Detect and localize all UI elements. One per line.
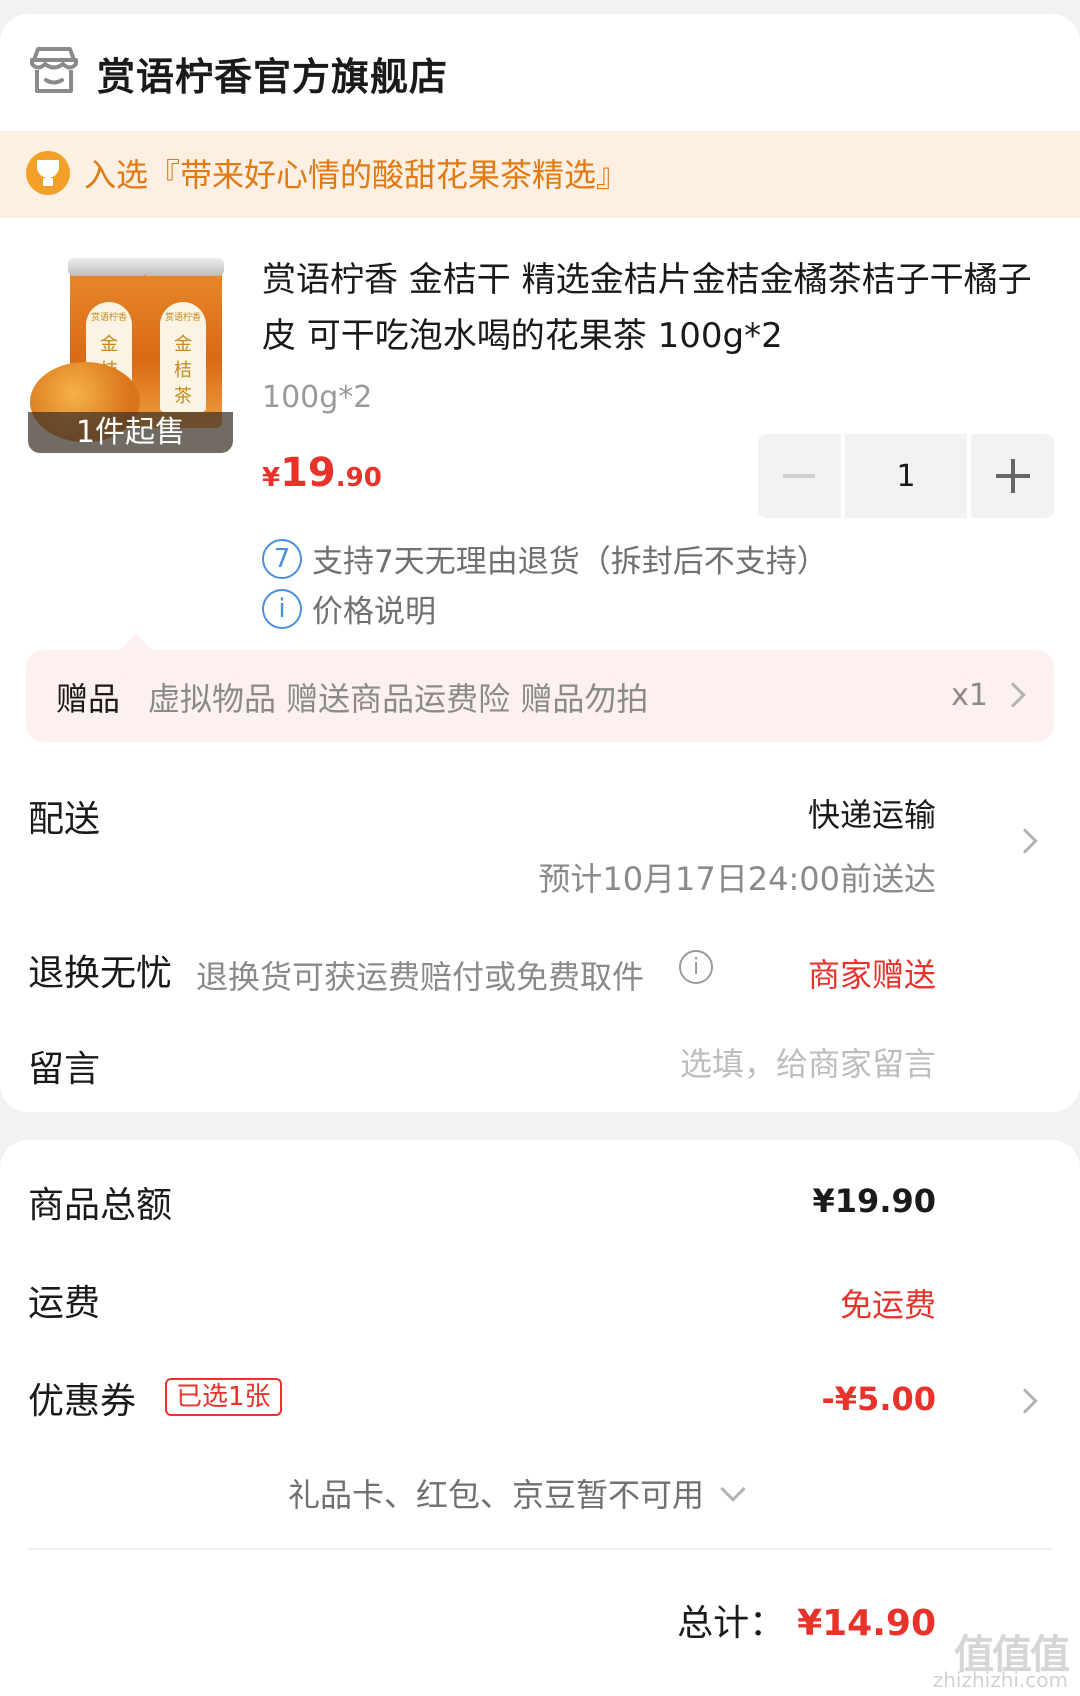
info-icon[interactable]: i <box>679 950 713 984</box>
chevron-right-icon[interactable] <box>1012 1388 1038 1414</box>
product-price: ¥19.90 <box>262 450 382 496</box>
returns-label: 退换无忧 <box>28 953 173 994</box>
info-icon: i <box>262 588 302 629</box>
goods-total-value: ¥19.90 <box>812 1182 936 1220</box>
return-policy-text: 支持7天无理由退货（拆封后不支持） <box>312 544 828 580</box>
unavailable-payments[interactable]: 礼品卡、红包、京豆暂不可用 <box>288 1470 746 1516</box>
trophy-icon <box>26 151 70 195</box>
gift-tag: 赠品 <box>56 680 121 718</box>
coupon-selected-tag: 已选1张 <box>165 1378 282 1416</box>
chevron-right-icon <box>1000 682 1026 708</box>
gift-description: 虚拟物品 赠送商品运费险 赠品勿拍 <box>148 680 649 718</box>
gift-row[interactable]: 赠品 虚拟物品 赠送商品运费险 赠品勿拍 x1 <box>26 650 1054 742</box>
selection-badge-text: 入选『带来好心情的酸甜花果茶精选』 <box>84 156 629 194</box>
divider <box>28 1548 1052 1550</box>
product-image[interactable]: 赏语柠香 金桔片 赏语柠香 金桔茶 1件起售 <box>28 250 233 453</box>
store-header[interactable]: 赏语柠香官方旗舰店 <box>0 14 1080 131</box>
total-label: 总计： <box>677 1603 786 1644</box>
goods-total-label: 商品总额 <box>28 1185 173 1226</box>
store-name[interactable]: 赏语柠香官方旗舰店 <box>97 46 448 101</box>
watermark-url: zhizhizhi.com <box>932 1668 1068 1692</box>
gift-quantity: x1 <box>951 678 988 713</box>
message-input[interactable] <box>536 1040 936 1088</box>
chevron-down-icon <box>720 1476 746 1502</box>
quantity-value[interactable]: 1 <box>844 434 968 518</box>
total-value: ¥14.90 <box>797 1603 936 1644</box>
coupon-value[interactable]: -¥5.00 <box>822 1380 937 1418</box>
unavailable-payments-text: 礼品卡、红包、京豆暂不可用 <box>288 1476 705 1514</box>
decrease-button[interactable] <box>758 434 841 518</box>
min-sale-label: 1件起售 <box>28 412 233 453</box>
return-policy-item[interactable]: 7 支持7天无理由退货（拆封后不支持） <box>262 536 828 581</box>
gift-pointer <box>120 634 152 650</box>
product-spec[interactable]: 100g*2 <box>262 380 372 415</box>
returns-value: 商家赠送 <box>807 956 936 994</box>
jar-image: 赏语柠香 金桔茶 <box>142 258 224 428</box>
coupon-label[interactable]: 优惠券 <box>28 1372 136 1424</box>
increase-button[interactable] <box>971 434 1054 518</box>
store-icon <box>30 47 78 93</box>
price-info-item[interactable]: i 价格说明 <box>262 586 436 631</box>
seven-day-icon: 7 <box>262 538 302 579</box>
message-label: 留言 <box>28 1049 101 1090</box>
shipping-fee-label: 运费 <box>28 1283 101 1324</box>
quantity-stepper[interactable]: 1 <box>758 434 1054 518</box>
plus-icon <box>995 459 1030 493</box>
shipping-method[interactable]: 快递运输 <box>808 790 936 836</box>
summary-card: 商品总额 ¥19.90 运费 免运费 优惠券 已选1张 -¥5.00 礼品卡、红… <box>0 1140 1080 1696</box>
shipping-fee-value: 免运费 <box>839 1286 936 1324</box>
chevron-right-icon[interactable] <box>1012 828 1038 854</box>
selection-badge-bar[interactable]: 入选『带来好心情的酸甜花果茶精选』 <box>0 131 1080 218</box>
product-title[interactable]: 赏语柠香 金桔干 精选金桔片金桔金橘茶桔子干橘子皮 可干吃泡水喝的花果茶 100… <box>262 252 1057 364</box>
order-total: 总计： ¥14.90 <box>677 1594 936 1646</box>
shipping-eta[interactable]: 预计10月17日24:00前送达 <box>538 854 936 900</box>
shipping-label: 配送 <box>28 799 101 840</box>
returns-description: 退换货可获运费赔付或免费取件 <box>196 958 645 996</box>
price-info-text: 价格说明 <box>312 594 436 630</box>
minus-icon <box>783 474 816 478</box>
order-card: 赏语柠香官方旗舰店 入选『带来好心情的酸甜花果茶精选』 赏语柠香 金桔片 赏语柠… <box>0 14 1080 1112</box>
